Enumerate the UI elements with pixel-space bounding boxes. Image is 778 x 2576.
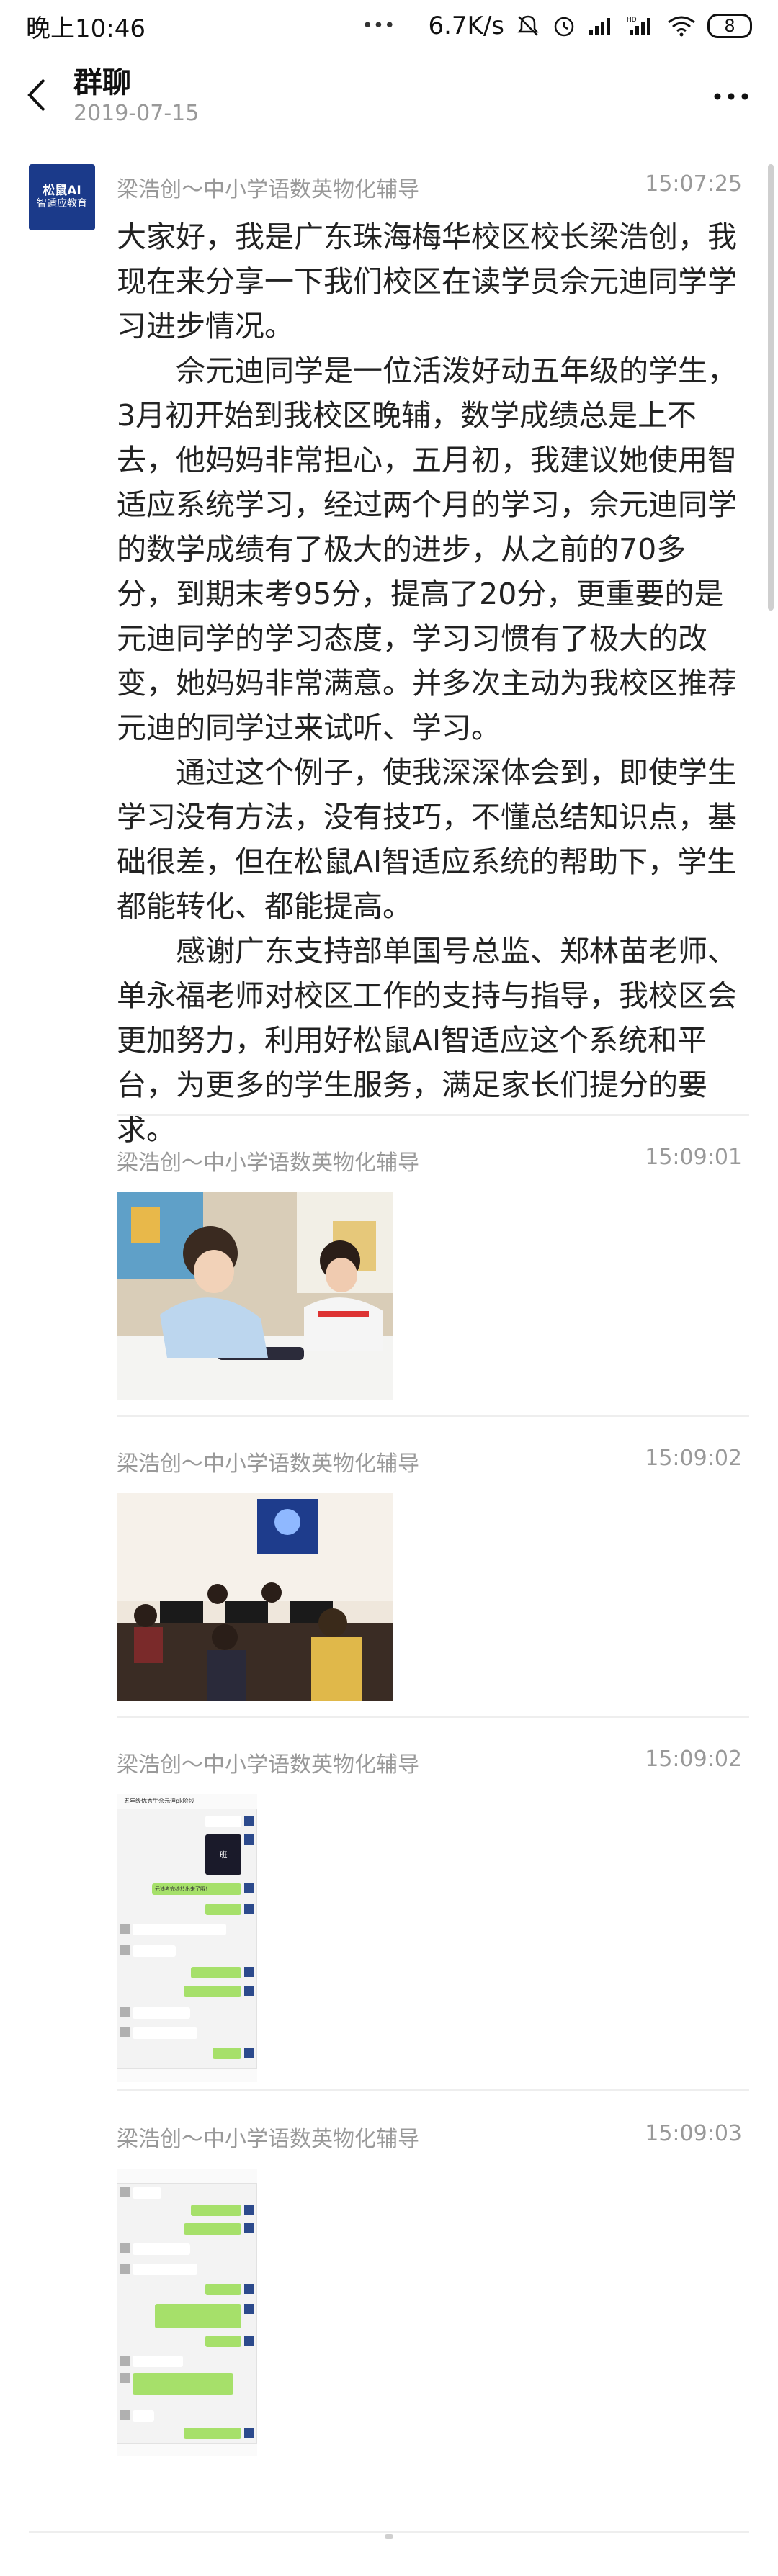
back-button[interactable] xyxy=(19,66,53,124)
battery-icon: 8 xyxy=(707,14,752,38)
battery-level: 8 xyxy=(724,16,735,36)
more-icon xyxy=(714,93,748,100)
message: 梁浩创～中小学语数英物化辅导 15:09:03 xyxy=(117,2121,742,2456)
divider xyxy=(117,1716,749,1718)
sender-name[interactable]: 梁浩创～中小学语数英物化辅导 xyxy=(117,1446,419,1477)
status-time: 晚上10:46 xyxy=(26,14,146,43)
sender-name[interactable]: 梁浩创～中小学语数英物化辅导 xyxy=(117,1145,419,1176)
message-paragraph: 大家好，我是广东珠海梅华校区校长梁浩创，我现在来分享一下我们校区在读学员佘元迪同… xyxy=(117,220,737,343)
divider xyxy=(117,1114,749,1116)
mini-header-title: 五年级优秀生佘元迪pk阶段 xyxy=(124,1798,194,1804)
message: 梁浩创～中小学语数英物化辅导 15:09:01 xyxy=(117,1145,742,1400)
page-title: 群聊 xyxy=(73,66,131,99)
message-time: 15:09:02 xyxy=(645,1747,742,1772)
status-icons: ••• 6.7K/s HD 8 xyxy=(362,12,752,40)
photo-classroom[interactable] xyxy=(117,1493,393,1701)
message-header: 梁浩创～中小学语数英物化辅导 15:09:02 xyxy=(117,1446,742,1477)
scrollbar[interactable] xyxy=(768,164,774,611)
network-speed: 6.7K/s xyxy=(428,12,504,40)
students-writing-photo xyxy=(117,1192,393,1400)
wifi-icon xyxy=(668,16,695,37)
divider xyxy=(117,2089,749,2091)
message-header: 梁浩创～中小学语数英物化辅导 15:09:01 xyxy=(117,1145,742,1176)
alarm-icon xyxy=(554,17,574,37)
more-options-button[interactable] xyxy=(713,71,749,109)
nav-bar: 群聊 2019-07-15 xyxy=(0,52,778,145)
message: 梁浩创～中小学语数英物化辅导 15:09:02 五年级优秀生佘元迪pk阶段 班 … xyxy=(117,1747,742,2082)
avatar[interactable]: 松鼠AI 智适应教育 xyxy=(29,164,95,230)
sender-name[interactable]: 梁浩创～中小学语数英物化辅导 xyxy=(117,2121,419,2153)
avatar-line2: 智适应教育 xyxy=(37,198,87,210)
message-text[interactable]: 大家好，我是广东珠海梅华校区校长梁浩创，我现在来分享一下我们校区在读学员佘元迪同… xyxy=(117,215,742,1152)
message-time: 15:09:03 xyxy=(645,2121,742,2146)
message-time: 15:07:25 xyxy=(645,171,742,197)
mute-icon xyxy=(517,15,539,36)
message: 梁浩创～中小学语数英物化辅导 15:07:25 大家好，我是广东珠海梅华校区校长… xyxy=(117,171,742,1152)
avatar-line1: 松鼠AI xyxy=(43,184,81,198)
message-header: 梁浩创～中小学语数英物化辅导 15:09:02 xyxy=(117,1747,742,1778)
divider xyxy=(117,1415,749,1417)
chat-screenshot-image[interactable] xyxy=(117,2169,257,2456)
page-date: 2019-07-15 xyxy=(73,101,200,126)
message: 梁浩创～中小学语数英物化辅导 15:09:02 xyxy=(117,1446,742,1701)
status-dots: ••• xyxy=(362,15,395,37)
mini-header xyxy=(117,2169,257,2184)
classroom-photo xyxy=(117,1493,393,1701)
signal-icon xyxy=(589,18,610,35)
message-header: 梁浩创～中小学语数英物化辅导 15:09:03 xyxy=(117,2121,742,2153)
scroll-indicator xyxy=(385,2534,393,2539)
mini-chat-line: 元迪考完终於出来了哦！ xyxy=(155,1886,210,1892)
sender-name[interactable]: 梁浩创～中小学语数英物化辅导 xyxy=(117,171,419,203)
message-time: 15:09:01 xyxy=(645,1145,742,1170)
sender-name[interactable]: 梁浩创～中小学语数英物化辅导 xyxy=(117,1747,419,1778)
mini-badge: 班 xyxy=(219,1850,228,1860)
divider xyxy=(29,2531,749,2533)
message-paragraph: 通过这个例子，使我深深体会到，即使学生学习没有方法，没有技巧，不懂总结知识点，基… xyxy=(117,755,737,924)
photo-students-writing[interactable] xyxy=(117,1192,393,1400)
message-header: 梁浩创～中小学语数英物化辅导 15:07:25 xyxy=(117,171,742,203)
message-paragraph: 佘元迪同学是一位活泼好动五年级的学生，3月初开始到我校区晚辅，数学成绩总是上不去… xyxy=(117,353,737,745)
chevron-left-icon xyxy=(27,78,45,112)
message-paragraph: 感谢广东支持部单国号总监、郑林苗老师、单永福老师对校区工作的支持与指导，我校区会… xyxy=(117,934,737,1147)
message-time: 15:09:02 xyxy=(645,1446,742,1471)
status-bar: 晚上10:46 ••• 6.7K/s HD 8 xyxy=(0,0,778,52)
mini-header: 五年级优秀生佘元迪pk阶段 xyxy=(117,1794,257,1809)
svg-text:HD: HD xyxy=(627,17,637,24)
hd-signal-icon: HD xyxy=(627,17,650,35)
chat-screenshot-image[interactable]: 五年级优秀生佘元迪pk阶段 班 元迪考完终於出来了哦！ xyxy=(117,1794,257,2082)
